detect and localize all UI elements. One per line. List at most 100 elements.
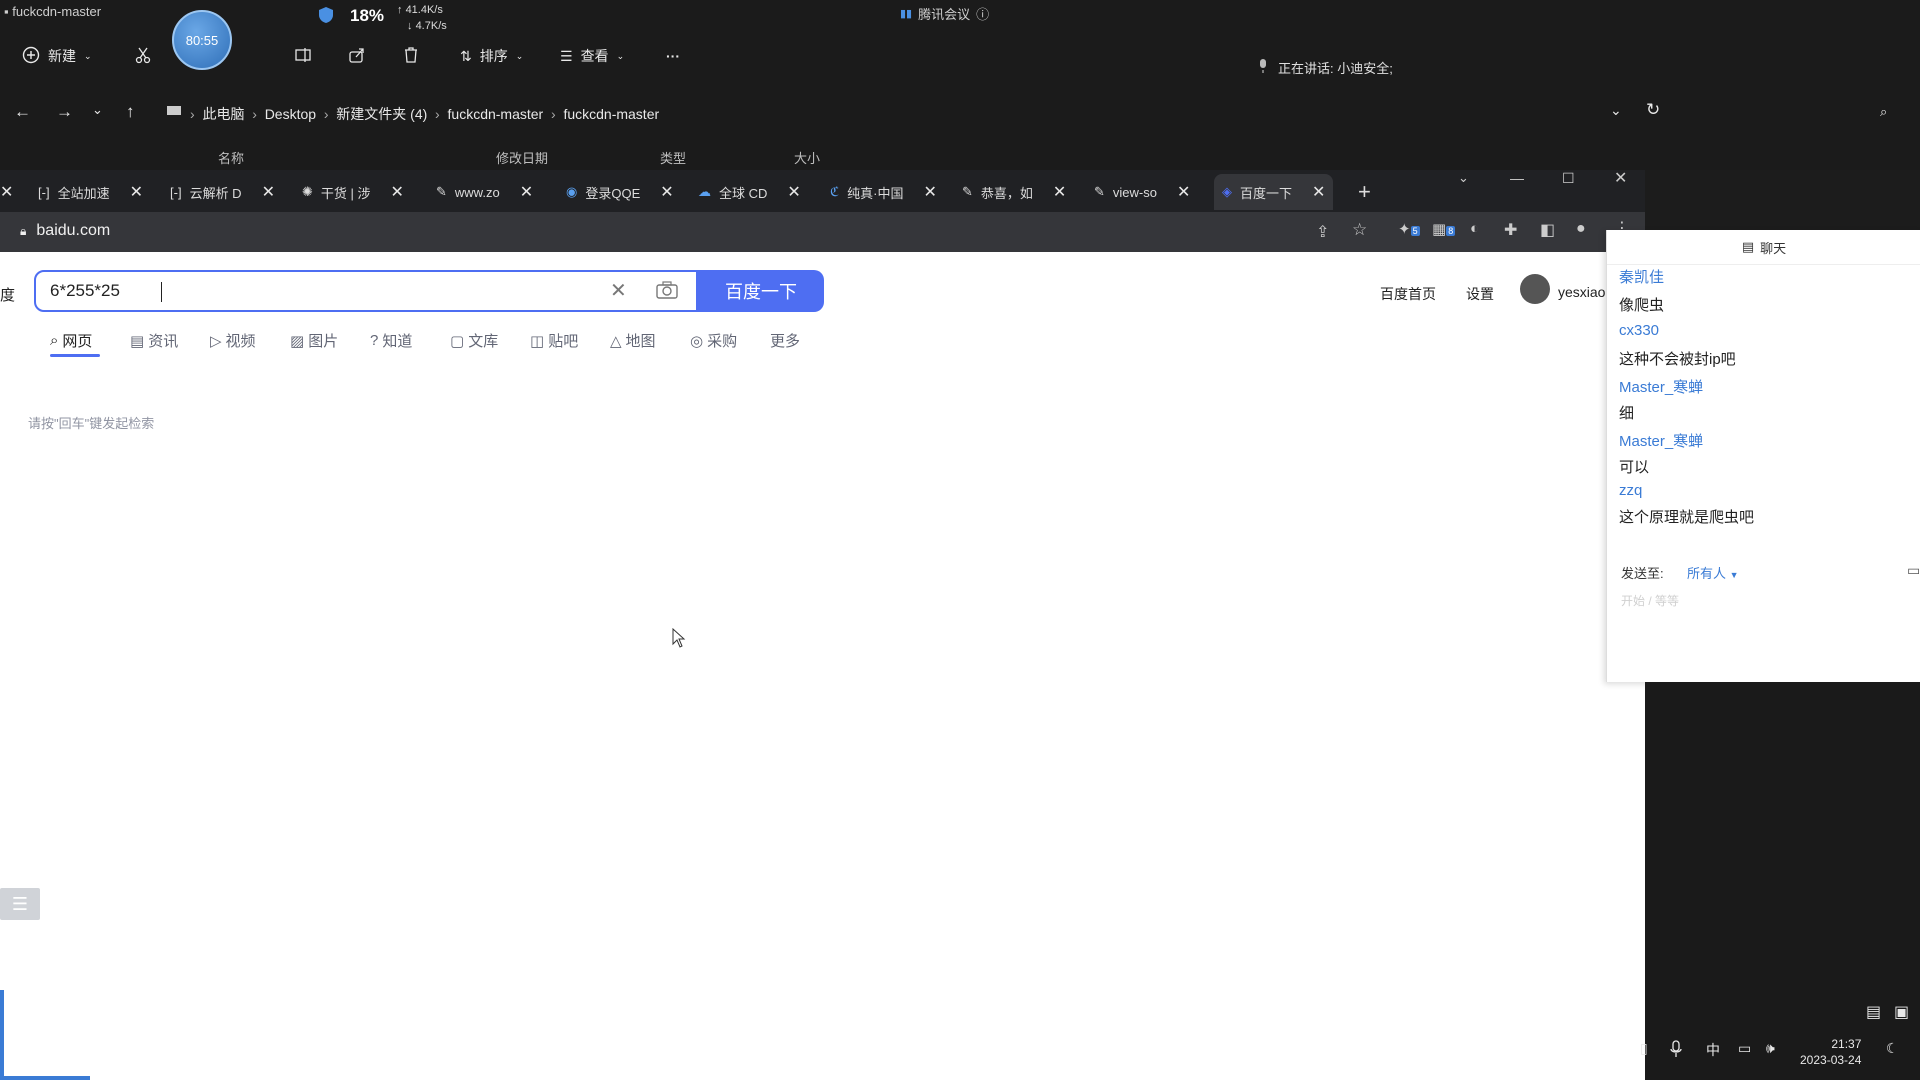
breadcrumb-item[interactable]: Desktop [265, 106, 316, 122]
column-size[interactable]: 大小 [794, 148, 820, 167]
tab-close-icon[interactable]: ✕ [262, 182, 275, 202]
maximize-button[interactable]: ☐ [1562, 170, 1575, 187]
profile-icon[interactable]: ● [1576, 220, 1586, 238]
file-icon[interactable]: ▭ [1907, 562, 1920, 579]
tab-close-icon[interactable]: ✕ [1177, 182, 1190, 202]
search-icon[interactable]: ⌕ [1880, 104, 1887, 120]
tab-close-icon[interactable]: ✕ [1053, 182, 1066, 202]
volume-icon[interactable]: 🕪︎ [1766, 1040, 1775, 1057]
tab-map[interactable]: △ 地图 [610, 330, 656, 351]
sidebar-toggle-button[interactable]: ☰ [0, 888, 40, 920]
browser-tab[interactable]: ✎ view-so ✕ [1094, 174, 1190, 210]
browser-tab[interactable]: ✺ 干货 | 涉 ✕ [302, 174, 404, 210]
tab-title: 全球 CD [719, 185, 768, 201]
microphone-icon[interactable] [1670, 1040, 1682, 1061]
tab-close-partial[interactable]: ✕ [0, 174, 13, 210]
tab-procurement[interactable]: ◎ 采购 [690, 330, 737, 351]
tab-zhidao[interactable]: ? 知道 [370, 330, 412, 351]
tab-search-icon[interactable]: ⌄ [1458, 170, 1469, 186]
extension-icon[interactable]: ▦ 8 [1432, 220, 1456, 238]
avatar[interactable] [1520, 274, 1550, 304]
column-modified[interactable]: 修改日期 [496, 148, 548, 167]
window-icon[interactable]: ▣ [1894, 1002, 1909, 1022]
extension-icon[interactable]: ◐ [1470, 220, 1479, 237]
chat-message: 这种不会被封ip吧 [1619, 351, 1736, 368]
delete-button[interactable] [402, 44, 420, 68]
tab-tieba[interactable]: ◫ 贴吧 [530, 330, 578, 351]
c-logo-icon: ℭ [830, 184, 840, 199]
up-button[interactable]: ↑ [126, 102, 135, 122]
tab-close-icon[interactable]: ✕ [520, 182, 533, 202]
meeting-timer[interactable]: 80:55 [172, 10, 232, 70]
address-bar[interactable]: 🔒︎ baidu.com [20, 222, 110, 240]
send-to-dropdown[interactable]: 所有人 ▼ [1687, 563, 1739, 582]
breadcrumb-item[interactable]: fuckcdn-master [448, 106, 544, 122]
back-button[interactable]: ← [14, 102, 31, 122]
tab-close-icon[interactable]: ✕ [923, 182, 936, 202]
tab-news[interactable]: ▤ 资讯 [130, 330, 178, 351]
username[interactable]: yesxiao [1558, 284, 1606, 300]
settings-link[interactable]: 设置 [1466, 284, 1494, 304]
ime-indicator[interactable]: 中 [1706, 1040, 1720, 1060]
column-type[interactable]: 类型 [660, 148, 686, 167]
info-icon[interactable]: ⓘ [976, 4, 989, 23]
breadcrumb-item[interactable]: 新建文件夹 (4) [336, 106, 427, 122]
minimize-button[interactable]: — [1510, 170, 1524, 186]
share-button[interactable] [348, 44, 366, 68]
side-panel-icon[interactable]: ◧ [1540, 220, 1555, 240]
browser-tab[interactable]: ✎ 恭喜，如 ✕ [962, 174, 1066, 210]
tab-close-icon[interactable]: ✕ [660, 182, 673, 202]
window-edge-accent [0, 990, 4, 1080]
baidu-home-link[interactable]: 百度首页 [1380, 284, 1436, 304]
column-name[interactable]: 名称 [218, 148, 244, 167]
signal-icon: ▮▮ [900, 8, 913, 20]
chat-input[interactable]: 开始 / 等等 [1621, 592, 1679, 609]
browser-tab[interactable]: [-] 云解析 D ✕ [170, 174, 275, 210]
puzzle-icon[interactable]: ✚ [1504, 220, 1517, 240]
rename-button[interactable] [294, 44, 312, 68]
extension-icon[interactable]: ✦ 5 [1398, 220, 1420, 238]
tab-images[interactable]: ▨ 图片 [290, 330, 338, 351]
tab-close-icon[interactable]: ✕ [391, 182, 404, 202]
close-button[interactable]: ✕ [1614, 168, 1627, 188]
tray-partial-icon[interactable]: ▯ [1640, 1040, 1648, 1057]
share-page-icon[interactable]: ⇪ [1316, 222, 1329, 242]
tab-video[interactable]: ▷ 视频 [210, 330, 256, 351]
more-button[interactable]: ··· [666, 44, 680, 68]
browser-tab[interactable]: ✎ www.zo ✕ [436, 174, 533, 210]
browser-tab[interactable]: ◉ 登录QQE ✕ [566, 174, 674, 210]
bookmark-star-icon[interactable]: ☆ [1352, 220, 1367, 240]
tab-close-icon[interactable]: ✕ [130, 182, 143, 202]
browser-tab-active[interactable]: ◈ 百度一下 ✕ [1214, 174, 1334, 210]
new-button[interactable]: 新建 ⌄ [22, 44, 92, 68]
browser-tab[interactable]: ℭ 纯真·中国 ✕ [830, 174, 937, 210]
search-button[interactable]: 百度一下 [698, 270, 824, 312]
view-button[interactable]: ☰ 查看 ⌄ [560, 44, 624, 68]
moon-icon[interactable]: ☾ [1886, 1040, 1899, 1057]
tab-wenku[interactable]: ▢ 文库 [450, 330, 498, 351]
recent-locations-button[interactable]: ⌄ [92, 102, 103, 118]
browser-tab[interactable]: [-] 全站加速 ✕ [38, 174, 143, 210]
address-dropdown-icon[interactable]: ⌄ [1610, 102, 1622, 119]
browser-tab[interactable]: ☁ 全球 CD ✕ [698, 174, 801, 210]
notes-icon[interactable]: ▤ [1866, 1002, 1881, 1022]
search-input[interactable]: 6*255*25 ✕ [34, 270, 698, 312]
cut-button[interactable] [134, 44, 152, 68]
tab-close-icon[interactable]: ✕ [787, 182, 800, 202]
new-tab-button[interactable]: + [1358, 174, 1371, 210]
tab-more[interactable]: 更多 [770, 330, 800, 351]
forward-button[interactable]: → [56, 102, 73, 122]
cpu-usage: 18% [350, 6, 385, 25]
taskbar-clock[interactable]: 21:37 2023-03-24 [1800, 1036, 1861, 1068]
clear-icon[interactable]: ✕ [610, 278, 627, 303]
refresh-icon[interactable]: ↻ [1646, 100, 1660, 120]
breadcrumb-item[interactable]: fuckcdn-master [563, 106, 659, 122]
camera-icon[interactable] [656, 280, 678, 305]
network-icon[interactable]: ▭ [1738, 1040, 1751, 1057]
baidu-logo-partial[interactable]: 度 [0, 284, 15, 305]
explorer-title: ▪ fuckcdn-master [4, 4, 102, 19]
tab-web[interactable]: ⌕ 网页 [50, 330, 92, 351]
sort-button[interactable]: ⇅ 排序 ⌄ [460, 44, 523, 68]
tab-close-icon[interactable]: ✕ [1312, 182, 1325, 202]
breadcrumb-item[interactable]: 此电脑 [202, 106, 244, 122]
